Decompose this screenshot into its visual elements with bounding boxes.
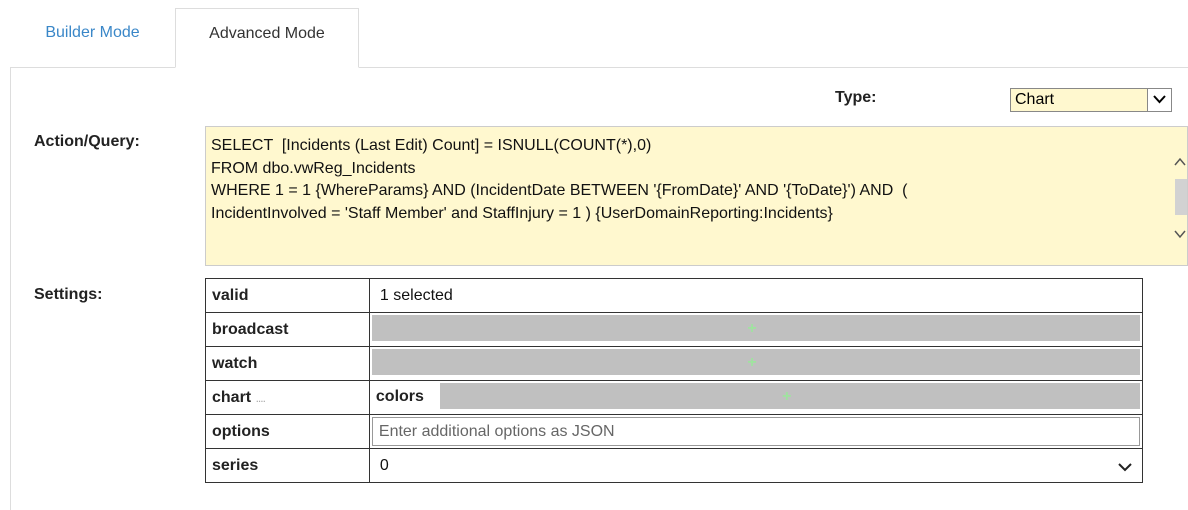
- settings-table: valid 1 selected broadcast + watch + cha…: [205, 278, 1144, 483]
- options-cell: [368, 414, 1144, 449]
- setting-key: broadcast: [205, 312, 370, 347]
- more-icon[interactable]: ....: [256, 391, 266, 405]
- type-label: Type:: [835, 89, 877, 106]
- tab-advanced-mode[interactable]: Advanced Mode: [175, 8, 359, 68]
- setting-key: valid: [205, 278, 370, 313]
- options-json-input[interactable]: [371, 417, 1140, 446]
- scroll-up-icon[interactable]: [1173, 151, 1187, 171]
- plus-icon[interactable]: +: [782, 388, 791, 406]
- setting-key: watch: [205, 346, 370, 381]
- query-text: SELECT [Incidents (Last Edit) Count] = I…: [211, 137, 908, 222]
- settings-label: Settings:: [34, 286, 103, 303]
- watch-add-area[interactable]: +: [368, 346, 1144, 381]
- setting-key: chart ....: [205, 380, 370, 415]
- plus-icon[interactable]: +: [747, 320, 756, 338]
- scrollbar-thumb[interactable]: [1175, 179, 1187, 215]
- plus-icon[interactable]: +: [747, 354, 756, 372]
- chevron-down-icon[interactable]: [1147, 89, 1171, 111]
- colors-label: colors: [373, 381, 440, 414]
- scroll-down-icon[interactable]: [1173, 225, 1187, 245]
- valid-select[interactable]: 1 selected: [368, 278, 1144, 313]
- settings-row-chart: chart .... colors +: [205, 380, 1144, 415]
- settings-row-valid: valid 1 selected: [205, 278, 1144, 313]
- type-select[interactable]: Chart: [1010, 88, 1172, 112]
- settings-row-watch: watch +: [205, 346, 1144, 381]
- tab-bar: Builder Mode Advanced Mode: [0, 0, 1188, 68]
- settings-row-options: options: [205, 414, 1144, 449]
- valid-value: 1 selected: [379, 286, 453, 304]
- settings-row-broadcast: broadcast +: [205, 312, 1144, 347]
- chevron-down-icon[interactable]: [1118, 459, 1132, 477]
- chart-colors-area[interactable]: colors +: [368, 380, 1144, 415]
- query-textarea[interactable]: SELECT [Incidents (Last Edit) Count] = I…: [205, 126, 1188, 266]
- chart-key-label: chart: [212, 388, 252, 406]
- settings-row-series: series 0: [205, 448, 1144, 483]
- setting-key: options: [205, 414, 370, 449]
- type-select-value: Chart: [1015, 91, 1055, 108]
- broadcast-add-area[interactable]: +: [368, 312, 1144, 347]
- series-value: 0: [379, 457, 389, 474]
- setting-key: series: [205, 448, 370, 483]
- series-select[interactable]: 0: [368, 448, 1144, 483]
- tab-builder-mode[interactable]: Builder Mode: [10, 8, 175, 68]
- action-query-label: Action/Query:: [34, 133, 140, 150]
